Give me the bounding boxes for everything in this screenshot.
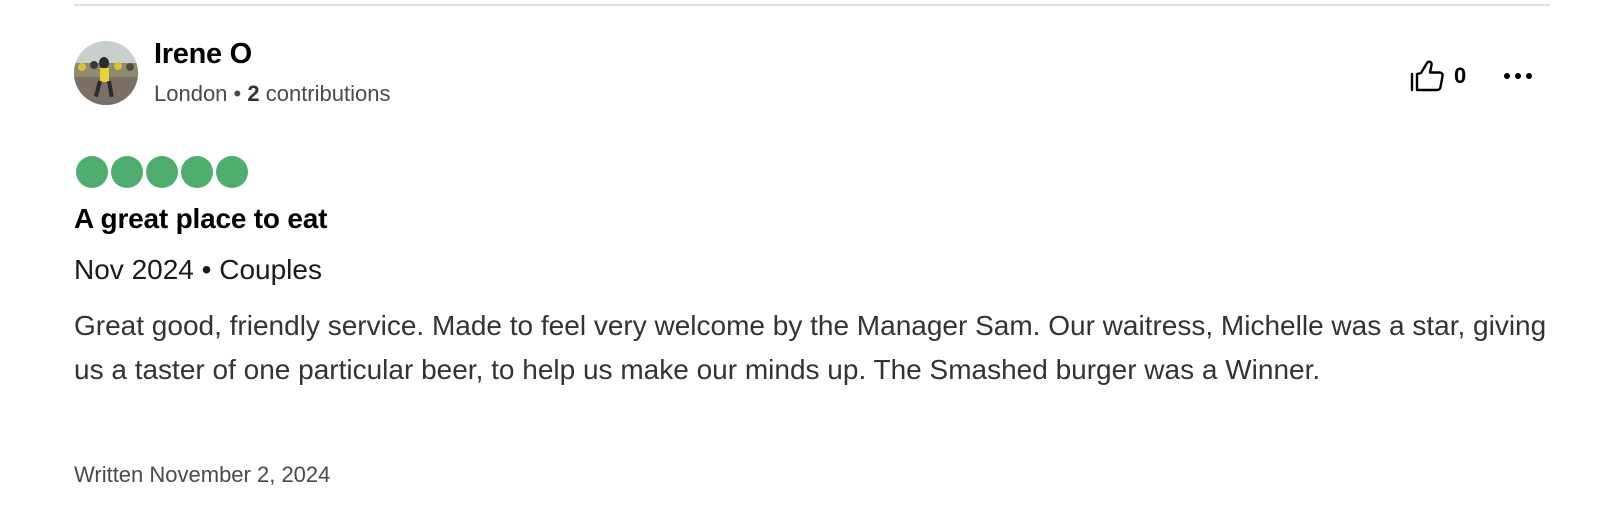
- rating-bubble: [146, 156, 178, 188]
- review-card: Irene O London • 2 contributions 0 A gre…: [0, 0, 1600, 518]
- divider: [74, 4, 1550, 6]
- helpful-vote-button[interactable]: 0: [1410, 56, 1466, 96]
- rating-bubble: [216, 156, 248, 188]
- meta-separator: •: [227, 81, 248, 106]
- review-body: Great good, friendly service. Made to fe…: [74, 310, 1547, 385]
- avatar-photo: [74, 41, 138, 105]
- more-options-dot: [1504, 73, 1510, 79]
- contributions-count: 2: [247, 81, 260, 106]
- user-location: London: [154, 81, 228, 106]
- helpful-count: 0: [1454, 63, 1467, 88]
- written-date: Written November 2, 2024: [74, 462, 331, 487]
- rating-bubbles: [76, 156, 248, 188]
- user-meta: London • 2 contributions: [154, 81, 390, 107]
- contributions-label: contributions: [259, 81, 391, 106]
- more-options-dot: [1526, 73, 1532, 79]
- user-name[interactable]: Irene O: [154, 38, 252, 71]
- avatar[interactable]: [74, 41, 138, 105]
- more-options-button[interactable]: [1498, 60, 1538, 92]
- rating-bubble: [76, 156, 108, 188]
- thumbs-up-icon: [1410, 60, 1444, 92]
- rating-bubble: [111, 156, 143, 188]
- review-title[interactable]: A great place to eat: [74, 203, 327, 235]
- trip-info: Nov 2024 • Couples: [74, 254, 322, 285]
- rating-bubble: [181, 156, 213, 188]
- more-options-dot: [1515, 73, 1521, 79]
